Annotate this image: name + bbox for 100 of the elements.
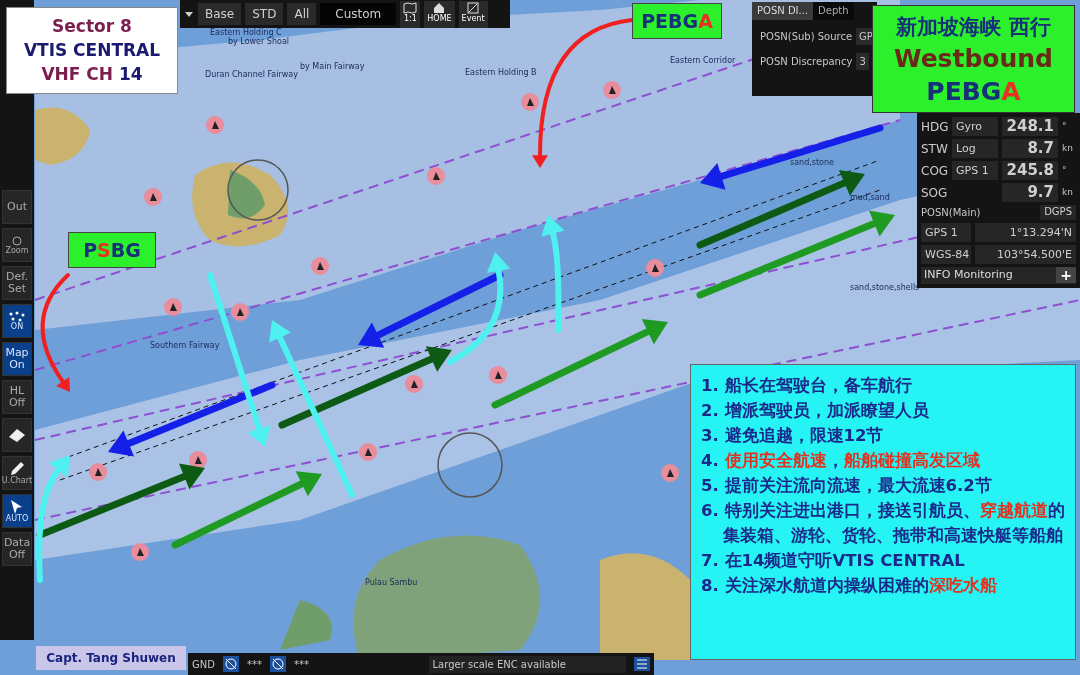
route-title: 新加坡海峡 西行 xyxy=(895,14,1052,41)
note-text: 7. 在14频道守听VTIS CENTRAL xyxy=(701,550,966,572)
note-text: 2. 增派驾驶员，加派瞭望人员 xyxy=(701,400,930,422)
island-shape xyxy=(35,107,90,165)
range-ring xyxy=(227,159,289,221)
panel-tab[interactable]: Depth xyxy=(813,2,854,20)
anchorage-marker xyxy=(206,116,224,134)
tool-button[interactable]: Map On xyxy=(2,342,32,376)
data-value: 8.7 xyxy=(1002,139,1058,158)
anchorage-marker xyxy=(521,93,539,111)
tool-button[interactable]: U.Chart xyxy=(2,456,32,490)
note-text: 5. 提前关注流向流速，最大流速6.2节 xyxy=(701,475,993,497)
layer-button[interactable]: All xyxy=(287,3,317,25)
anchorage-marker xyxy=(131,543,149,561)
square-icon xyxy=(466,1,481,14)
source-dropdown[interactable]: GPS 1 xyxy=(921,223,971,242)
unit-label: kn xyxy=(1062,141,1073,155)
magnifier-icon xyxy=(10,234,24,247)
chart-label: sand,stone xyxy=(790,158,834,167)
info-monitoring-label: INFO Monitoring xyxy=(923,267,1013,283)
tool-button[interactable]: Zoom xyxy=(2,228,32,262)
captain-label: Capt. Tang Shuwen xyxy=(36,646,186,670)
anchorage-marker xyxy=(359,443,377,461)
tool-button[interactable] xyxy=(2,418,32,452)
pilot-station-label: PSBG xyxy=(68,232,156,268)
chart-label: mud,sand xyxy=(850,193,890,202)
target-icon[interactable] xyxy=(222,656,239,672)
target-icon[interactable] xyxy=(269,656,286,672)
route-direction: Westbound xyxy=(892,43,1054,75)
mode-label: GND xyxy=(192,657,215,672)
datum-label: WGS-84 xyxy=(921,245,971,264)
anchorage-marker xyxy=(231,303,249,321)
anchorage-marker xyxy=(427,167,445,185)
data-label: SOG xyxy=(921,184,948,202)
note-text: 4. 使用安全航速，船舶碰撞高发区域 xyxy=(701,450,981,472)
tool-button[interactable]: AUTO xyxy=(2,494,32,528)
caret-icon[interactable] xyxy=(184,10,194,18)
house-icon xyxy=(432,1,447,14)
coordinate-value: 1°13.294'N xyxy=(975,223,1076,242)
sector-info-text: VTIS CENTRAL xyxy=(22,39,162,62)
anchorage-marker xyxy=(311,257,329,275)
tool-button[interactable]: Def. Set xyxy=(2,266,32,300)
map-icon xyxy=(403,1,418,14)
panel-tab[interactable]: POSN DI... xyxy=(752,2,814,20)
sector-info-text: VHF CH 14 xyxy=(40,63,144,86)
unit-label: ° xyxy=(1062,119,1067,133)
chart-label: Eastern Holding B xyxy=(465,68,537,77)
note-text: 3. 避免追越，限速12节 xyxy=(701,425,885,447)
tool-button[interactable]: HL Off xyxy=(2,380,32,414)
unit-label: kn xyxy=(1062,185,1073,199)
chart-label: Eastern Holding C xyxy=(210,28,282,37)
data-value: 245.8 xyxy=(1002,161,1058,180)
data-label: HDG xyxy=(921,118,948,136)
anchorage-marker xyxy=(603,81,621,99)
pencil-icon xyxy=(8,460,26,477)
tool-button[interactable]: ON xyxy=(2,304,32,338)
data-label: COG xyxy=(921,162,948,180)
note-text: 6. 特别关注进出港口，接送引航员、穿越航道的集装箱、游轮、货轮、拖带和高速快艇等船舶 xyxy=(701,500,1066,547)
eraser-icon xyxy=(7,427,27,443)
layer-button[interactable]: STD xyxy=(245,3,284,25)
route-station: PEBGA xyxy=(925,76,1022,108)
anchorage-marker xyxy=(661,464,679,482)
field-value: 3 xyxy=(856,53,869,70)
target-value: *** xyxy=(246,657,262,672)
tool-button[interactable]: Out xyxy=(2,190,32,224)
anchorage-marker xyxy=(489,366,507,384)
data-label: STW xyxy=(921,140,948,158)
source-dropdown[interactable]: Log xyxy=(952,139,998,158)
add-button[interactable]: + xyxy=(1056,267,1076,284)
list-icon[interactable] xyxy=(634,657,650,671)
sector-info-text: Sector 8 xyxy=(51,15,133,38)
section-label: POSN(Main) xyxy=(921,206,981,220)
anchorage-marker xyxy=(144,188,162,206)
chart-label: Southern Fairway xyxy=(150,341,220,350)
coordinate-value: 103°54.500'E xyxy=(975,245,1076,264)
chart-label: by Lower Shoal xyxy=(228,37,290,46)
source-dropdown[interactable]: GPS 1 xyxy=(952,161,998,180)
anchorage-marker xyxy=(164,298,182,316)
target-value: *** xyxy=(293,657,309,672)
source-dropdown[interactable]: Gyro xyxy=(952,117,998,136)
tool-button[interactable]: Data Off xyxy=(2,532,32,566)
chart-label: sand,stone,shells xyxy=(850,283,920,292)
pilot-station-label: PEBGA xyxy=(632,3,722,39)
data-value: 248.1 xyxy=(1002,117,1058,136)
chart-label: Pulau Sambu xyxy=(365,578,418,587)
dots-icon xyxy=(8,310,26,323)
unit-label: ° xyxy=(1062,163,1067,177)
chart-label: Eastern Corridor xyxy=(670,56,736,65)
home-button[interactable]: HOME xyxy=(424,0,455,28)
field-label: POSN(Sub) Source xyxy=(760,30,853,44)
scale-button[interactable]: 1:1 xyxy=(400,0,421,28)
status-message: Larger scale ENC available xyxy=(428,655,626,673)
note-text: 1. 船长在驾驶台，备车航行 xyxy=(701,375,913,397)
mode-label: DGPS xyxy=(1040,205,1076,220)
display-dropdown[interactable]: Custom xyxy=(320,3,397,25)
anchorage-marker xyxy=(89,463,107,481)
layer-button[interactable]: Base xyxy=(198,3,242,25)
event-button[interactable]: Event xyxy=(458,0,488,28)
anchorage-marker xyxy=(646,259,664,277)
chart-label: by Main Fairway xyxy=(300,62,365,71)
